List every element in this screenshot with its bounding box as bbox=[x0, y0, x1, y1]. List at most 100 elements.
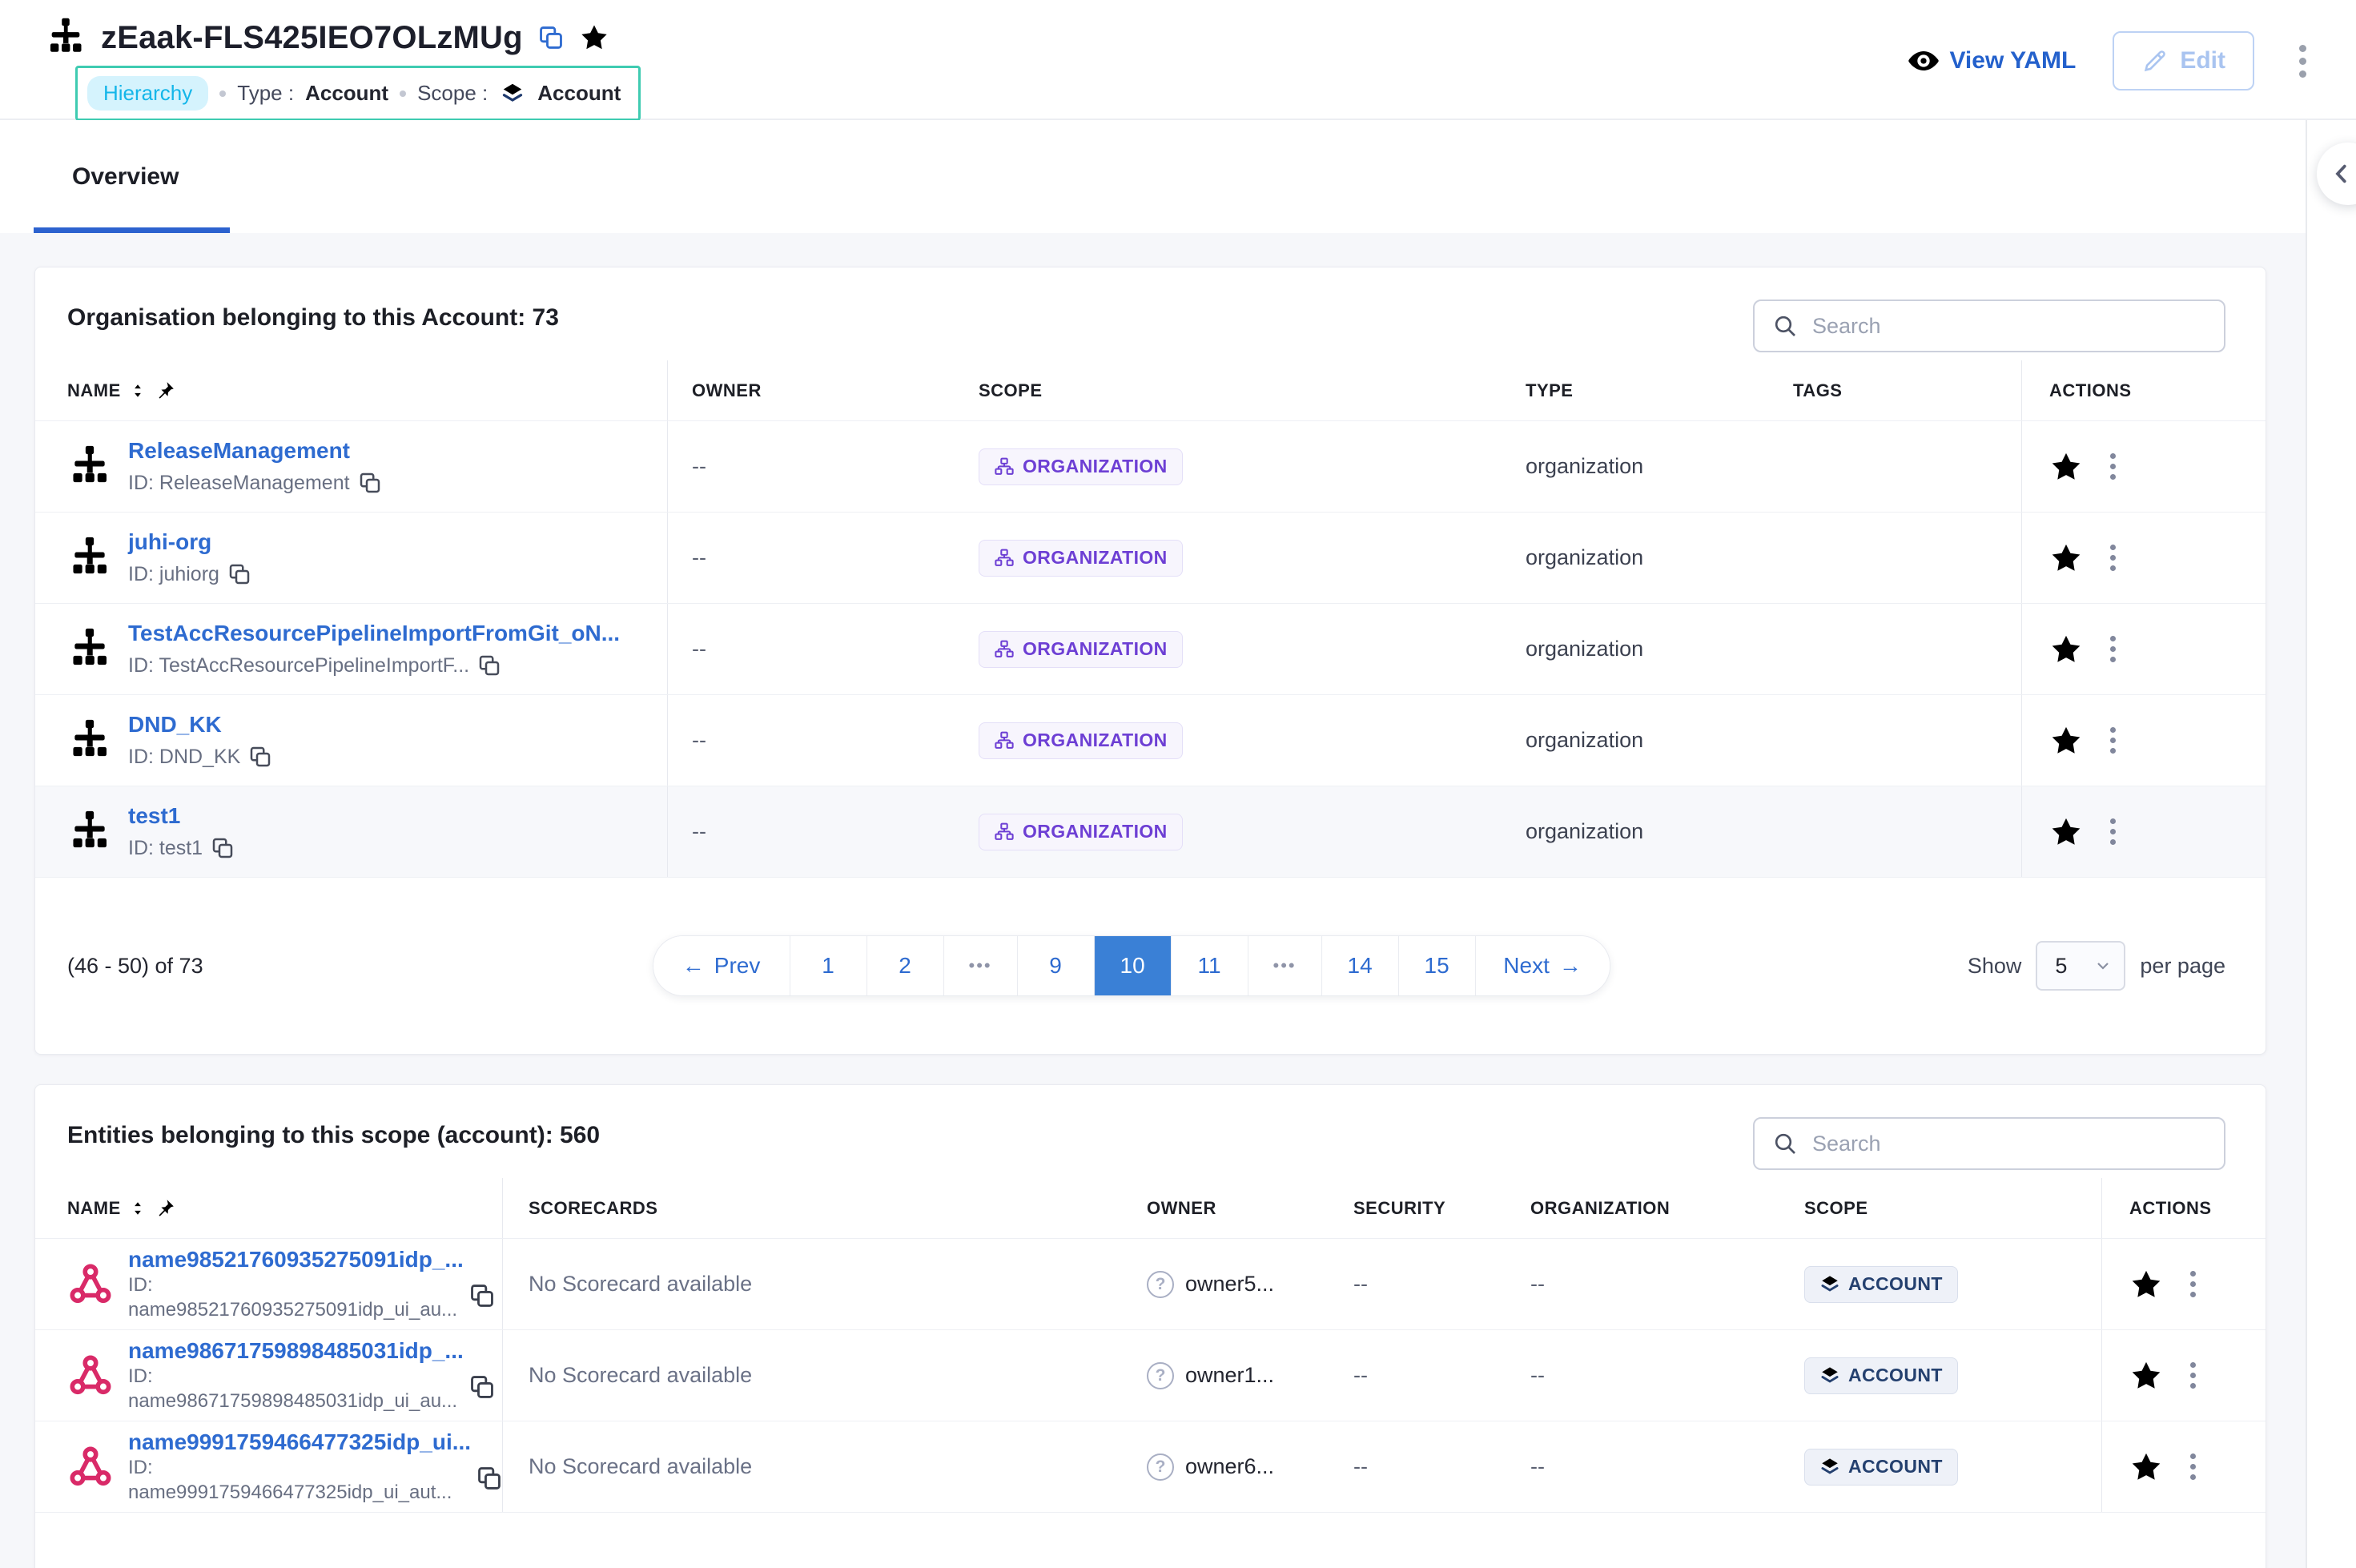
org-name-link[interactable]: DND_KK bbox=[128, 712, 222, 737]
favorite-star-button[interactable] bbox=[2129, 1268, 2163, 1301]
owner-value: -- bbox=[692, 728, 706, 753]
hierarchy-chip: Hierarchy bbox=[87, 76, 208, 111]
pencil-icon bbox=[2141, 47, 2169, 74]
scope-badge: ACCOUNT bbox=[1804, 1357, 1958, 1394]
row-kebab-menu[interactable] bbox=[2184, 1354, 2202, 1397]
table-row[interactable]: ReleaseManagement ID: ReleaseManagement … bbox=[35, 421, 2266, 513]
edit-button[interactable]: Edit bbox=[2113, 31, 2254, 90]
tab-overview[interactable]: Overview bbox=[72, 120, 179, 233]
owner-cell: -- bbox=[668, 421, 944, 512]
row-kebab-menu[interactable] bbox=[2104, 537, 2122, 579]
column-header-tags: TAGS bbox=[1759, 360, 2021, 420]
copy-icon bbox=[476, 1418, 503, 1538]
copy-id-button[interactable] bbox=[476, 1465, 503, 1492]
scope-badge-label: ORGANIZATION bbox=[1023, 456, 1168, 477]
pagination-ellipsis: ••• bbox=[1248, 936, 1321, 995]
table-row[interactable]: name98521760935275091idp_... ID: name985… bbox=[35, 1239, 2266, 1330]
table-row[interactable]: DND_KK ID: DND_KK -- ORGANIZATION organi… bbox=[35, 695, 2266, 786]
owner-value: owner1... bbox=[1185, 1363, 1274, 1388]
entities-search-input[interactable] bbox=[1811, 1131, 2206, 1157]
copy-id-button[interactable] bbox=[477, 653, 501, 677]
scope-badge: ORGANIZATION bbox=[979, 448, 1183, 485]
org-search-input[interactable] bbox=[1811, 313, 2206, 340]
column-header-name[interactable]: NAME bbox=[35, 360, 668, 420]
org-name-link[interactable]: juhi-org bbox=[128, 529, 211, 554]
favorite-star-button[interactable] bbox=[2049, 450, 2083, 484]
column-label: ORGANIZATION bbox=[1530, 1198, 1670, 1219]
column-header-owner: OWNER bbox=[668, 360, 944, 420]
copy-id-button[interactable] bbox=[227, 562, 251, 586]
table-row[interactable]: juhi-org ID: juhiorg -- ORGANIZATION org… bbox=[35, 513, 2266, 604]
org-name-link[interactable]: TestAccResourcePipelineImportFromGit_oN.… bbox=[128, 621, 620, 645]
entity-name-link[interactable]: name98671759898485031idp_... bbox=[128, 1338, 464, 1363]
owner-cell: owner6... bbox=[1118, 1421, 1318, 1512]
tab-bar: Overview bbox=[0, 120, 2306, 233]
page-button-2[interactable]: 2 bbox=[866, 936, 943, 995]
name-cell: juhi-org ID: juhiorg bbox=[35, 513, 668, 603]
chevron-left-icon bbox=[2330, 162, 2354, 186]
page-button-11[interactable]: 11 bbox=[1171, 936, 1248, 995]
favorite-star-button[interactable] bbox=[2049, 724, 2083, 758]
favorite-star-button[interactable] bbox=[2049, 815, 2083, 849]
column-header-name[interactable]: NAME bbox=[35, 1178, 503, 1238]
table-row[interactable]: name98671759898485031idp_... ID: name986… bbox=[35, 1330, 2266, 1421]
star-icon bbox=[2049, 541, 2083, 575]
column-label: TYPE bbox=[1526, 380, 1573, 401]
page-button-10-active[interactable]: 10 bbox=[1094, 936, 1171, 995]
row-kebab-menu[interactable] bbox=[2104, 628, 2122, 670]
entity-name-link[interactable]: name98521760935275091idp_... bbox=[128, 1247, 464, 1272]
scorecards-value: No Scorecard available bbox=[529, 1272, 752, 1297]
row-kebab-menu[interactable] bbox=[2184, 1263, 2202, 1305]
copy-id-button[interactable] bbox=[468, 1282, 496, 1309]
organization-icon bbox=[67, 444, 112, 489]
row-kebab-menu[interactable] bbox=[2104, 810, 2122, 853]
copy-id-button[interactable] bbox=[468, 1373, 496, 1401]
organization-value: -- bbox=[1530, 1363, 1545, 1388]
header-kebab-menu[interactable] bbox=[2291, 34, 2314, 88]
entity-name-link[interactable]: name9991759466477325idp_ui... bbox=[128, 1429, 471, 1454]
table-row[interactable]: name9991759466477325idp_ui... ID: name99… bbox=[35, 1421, 2266, 1513]
view-yaml-link[interactable]: View YAML bbox=[1908, 45, 2076, 77]
scope-cell: ORGANIZATION bbox=[944, 604, 1490, 694]
organization-mini-icon bbox=[994, 822, 1015, 842]
copy-id-button[interactable] bbox=[211, 836, 235, 860]
question-circle-icon bbox=[1147, 1271, 1174, 1298]
next-page-button[interactable]: Next bbox=[1475, 936, 1610, 995]
copy-title-button[interactable] bbox=[537, 24, 565, 51]
sort-icon[interactable] bbox=[129, 1200, 147, 1217]
org-name-link[interactable]: ReleaseManagement bbox=[128, 438, 350, 463]
pin-icon[interactable] bbox=[155, 380, 175, 401]
entity-id-label: ID: bbox=[128, 1455, 471, 1480]
copy-id-button[interactable] bbox=[248, 745, 272, 769]
entities-card: Entities belonging to this scope (accoun… bbox=[34, 1084, 2266, 1568]
org-name-link[interactable]: test1 bbox=[128, 803, 180, 828]
actions-cell bbox=[2021, 604, 2266, 694]
row-kebab-menu[interactable] bbox=[2104, 719, 2122, 762]
pin-icon[interactable] bbox=[155, 1198, 175, 1219]
favorite-star-button[interactable] bbox=[2049, 541, 2083, 575]
favorite-star-button[interactable] bbox=[2129, 1450, 2163, 1484]
page-button-14[interactable]: 14 bbox=[1321, 936, 1398, 995]
favorite-title-button[interactable] bbox=[579, 22, 609, 53]
table-row[interactable]: test1 ID: test1 -- ORGANIZATION organiza… bbox=[35, 786, 2266, 878]
type-value: Account bbox=[305, 81, 388, 106]
per-page-select[interactable]: 5 bbox=[2036, 941, 2125, 991]
search-icon bbox=[1772, 1131, 1798, 1156]
copy-id-button[interactable] bbox=[358, 471, 382, 495]
favorite-star-button[interactable] bbox=[2049, 633, 2083, 666]
collapse-panel-button[interactable] bbox=[2317, 143, 2356, 205]
table-row[interactable]: TestAccResourcePipelineImportFromGit_oN.… bbox=[35, 604, 2266, 695]
page-button-1[interactable]: 1 bbox=[790, 936, 866, 995]
copy-icon bbox=[211, 836, 235, 860]
sort-icon[interactable] bbox=[129, 382, 147, 400]
owner-value: -- bbox=[692, 454, 706, 479]
row-kebab-menu[interactable] bbox=[2104, 445, 2122, 488]
page-button-9[interactable]: 9 bbox=[1017, 936, 1094, 995]
page-header: zEaak-FLS425IEO7OLzMUg Hierarchy Type : … bbox=[0, 0, 2356, 120]
prev-page-button[interactable]: Prev bbox=[653, 936, 790, 995]
type-value: organization bbox=[1526, 637, 1643, 661]
favorite-star-button[interactable] bbox=[2129, 1359, 2163, 1393]
organization-cell: -- bbox=[1495, 1421, 1771, 1512]
page-button-15[interactable]: 15 bbox=[1398, 936, 1475, 995]
row-kebab-menu[interactable] bbox=[2184, 1445, 2202, 1488]
